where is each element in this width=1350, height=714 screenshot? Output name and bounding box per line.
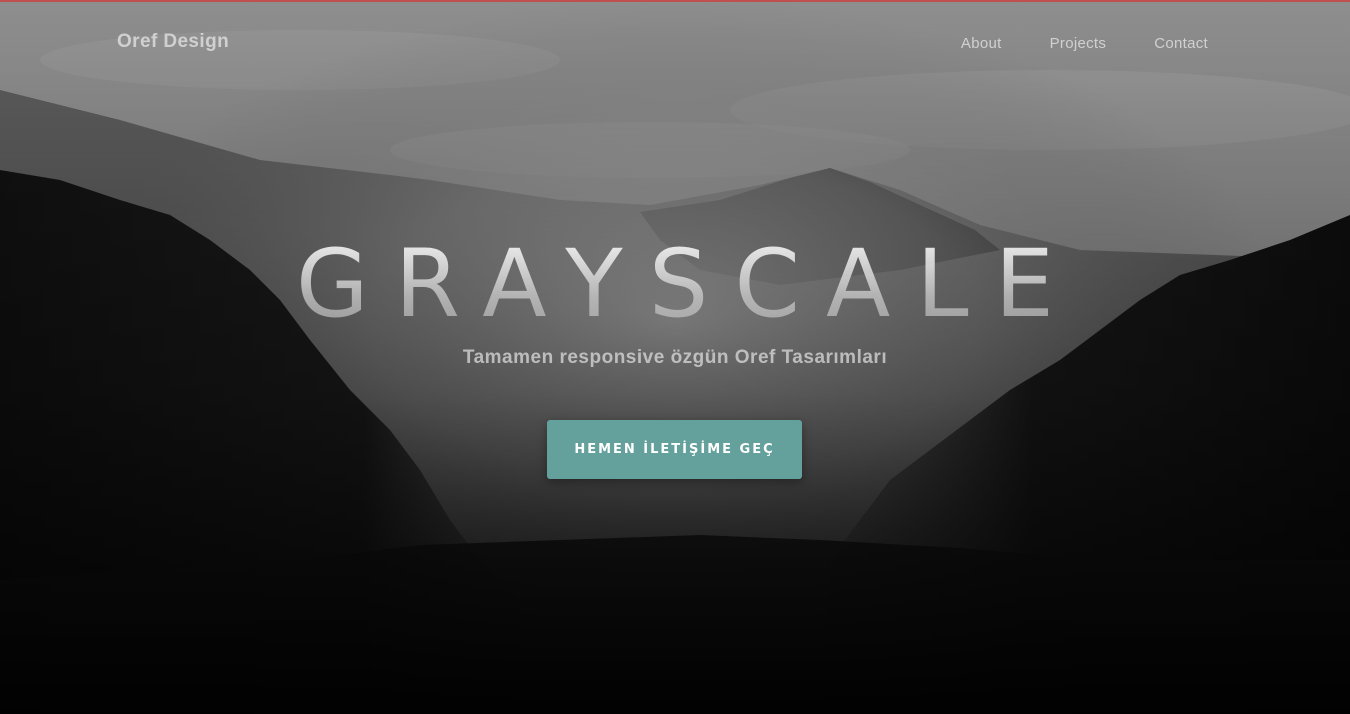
brand-logo-link[interactable]: Oref Design [117,31,229,53]
hero-subtitle: Tamamen responsive özgün Oref Tasarımlar… [462,347,888,368]
nav-link-contact[interactable]: Contact [1154,35,1208,52]
top-accent-line [0,0,1350,2]
nav-link-about[interactable]: About [961,35,1002,52]
hero-title: GRAYSCALE [0,230,1350,340]
navbar: Oref Design About Projects Contact [0,0,1350,88]
nav-link-projects[interactable]: Projects [1050,35,1107,52]
nav-links: About Projects Contact [961,35,1208,52]
contact-now-button[interactable]: HEMEN İLETİŞİME GEÇ [547,420,802,479]
hero-section: GRAYSCALE Tamamen responsive özgün Oref … [0,0,1350,714]
